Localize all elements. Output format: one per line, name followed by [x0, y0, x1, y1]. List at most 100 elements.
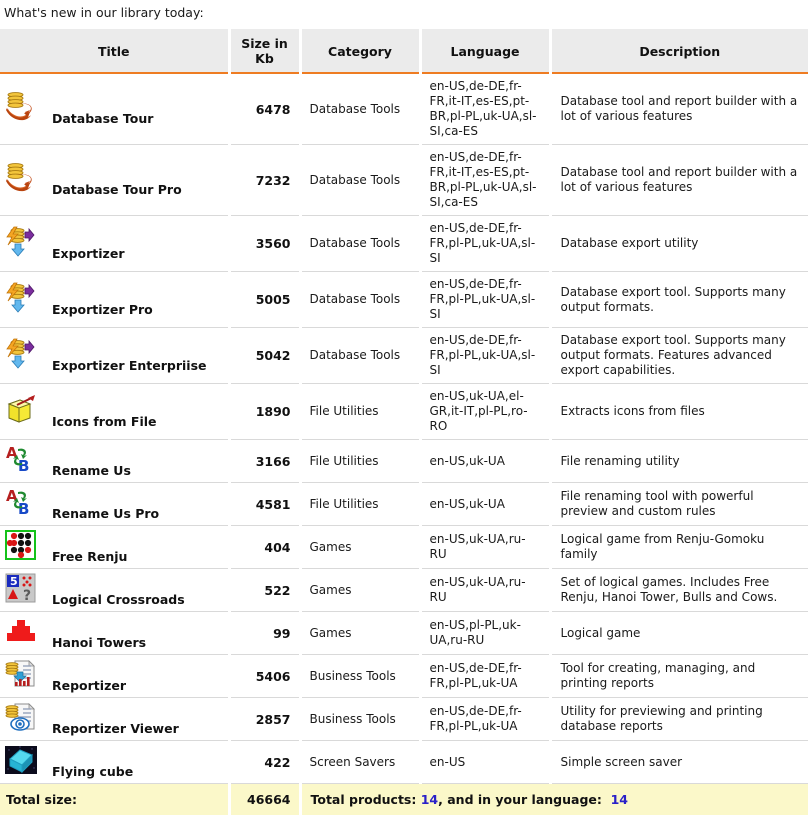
product-name[interactable]: Reportizer Viewer: [52, 721, 179, 736]
table-footer-row: Total size: 46664 Total products: 14, an…: [0, 784, 808, 815]
free-renju-icon: [4, 529, 38, 561]
page-intro: What's new in our library today:: [0, 0, 808, 29]
table-row[interactable]: Reportizer 5406 Business Tools en-US,de-…: [0, 655, 808, 698]
table-row[interactable]: Reportizer Viewer 2857 Business Tools en…: [0, 698, 808, 741]
product-description: Logical game from Renju-Gomoku family: [550, 526, 808, 569]
svg-text:?: ?: [23, 588, 31, 604]
product-description: Simple screen saver: [550, 741, 808, 784]
product-category: File Utilities: [300, 483, 420, 526]
product-category: Business Tools: [300, 655, 420, 698]
table-row[interactable]: Database Tour 6478 Database Tools en-US,…: [0, 73, 808, 145]
product-size: 404: [229, 526, 300, 569]
new-products-table: Title Size in Kb Category Language Descr…: [0, 29, 808, 815]
product-title-cell: Free Renju: [0, 526, 229, 569]
exportizer-enterprise-icon: [4, 338, 38, 370]
product-description: Logical game: [550, 612, 808, 655]
product-size: 3166: [229, 440, 300, 483]
product-description: Utility for previewing and printing data…: [550, 698, 808, 741]
product-language: en-US,uk-UA: [420, 483, 550, 526]
product-category: Games: [300, 612, 420, 655]
table-row[interactable]: Exportizer 3560 Database Tools en-US,de-…: [0, 216, 808, 272]
product-description: Set of logical games. Includes Free Renj…: [550, 569, 808, 612]
product-language: en-US,uk-UA,ru-RU: [420, 526, 550, 569]
rename-us-pro-icon: A B: [4, 486, 38, 518]
exportizer-pro-icon: [4, 282, 38, 314]
product-name[interactable]: Database Tour: [52, 111, 153, 126]
reportizer-icon: [4, 658, 38, 690]
in-your-language-value: 14: [611, 792, 628, 807]
reportizer-viewer-icon: [4, 701, 38, 733]
product-name[interactable]: Rename Us Pro: [52, 506, 159, 521]
product-title-cell: Exportizer Enterpriise: [0, 328, 229, 384]
table-row[interactable]: A B Rename Us 3166 File Utilities en-US,…: [0, 440, 808, 483]
product-title-cell: Hanoi Towers: [0, 612, 229, 655]
product-name[interactable]: Exportizer: [52, 246, 124, 261]
product-name[interactable]: Flying cube: [52, 764, 133, 779]
product-description: Database tool and report builder with a …: [550, 145, 808, 216]
product-category: Games: [300, 526, 420, 569]
table-row[interactable]: Exportizer Enterpriise 5042 Database Too…: [0, 328, 808, 384]
table-row[interactable]: Database Tour Pro 7232 Database Tools en…: [0, 145, 808, 216]
product-description: Database export tool. Supports many outp…: [550, 328, 808, 384]
svg-text:B: B: [18, 500, 29, 518]
product-size: 1890: [229, 384, 300, 440]
table-row[interactable]: A B Rename Us Pro 4581 File Utilities en…: [0, 483, 808, 526]
product-name[interactable]: Exportizer Pro: [52, 302, 153, 317]
product-description: Extracts icons from files: [550, 384, 808, 440]
table-row[interactable]: 5 ? Logical Crossroads 522 Games en-US,u…: [0, 569, 808, 612]
table-body: Database Tour 6478 Database Tools en-US,…: [0, 73, 808, 784]
product-description: Database export utility: [550, 216, 808, 272]
product-size: 5005: [229, 272, 300, 328]
product-category: File Utilities: [300, 384, 420, 440]
column-header-title[interactable]: Title: [0, 29, 229, 73]
product-category: File Utilities: [300, 440, 420, 483]
product-size: 4581: [229, 483, 300, 526]
table-row[interactable]: Free Renju 404 Games en-US,uk-UA,ru-RU L…: [0, 526, 808, 569]
product-name[interactable]: Rename Us: [52, 463, 131, 478]
table-row[interactable]: Hanoi Towers 99 Games en-US,pl-PL,uk-UA,…: [0, 612, 808, 655]
table-row[interactable]: Icons from File 1890 File Utilities en-U…: [0, 384, 808, 440]
database-tour-pro-icon: [4, 162, 38, 194]
column-header-size[interactable]: Size in Kb: [229, 29, 300, 73]
product-description: Database tool and report builder with a …: [550, 73, 808, 145]
product-title-cell: Icons from File: [0, 384, 229, 440]
column-header-language[interactable]: Language: [420, 29, 550, 73]
product-title-cell: A B Rename Us Pro: [0, 483, 229, 526]
product-name[interactable]: Database Tour Pro: [52, 182, 182, 197]
product-name[interactable]: Hanoi Towers: [52, 635, 146, 650]
product-name[interactable]: Reportizer: [52, 678, 126, 693]
product-category: Screen Savers: [300, 741, 420, 784]
product-language: en-US,de-DE,fr-FR,pl-PL,uk-UA,sl-SI: [420, 216, 550, 272]
exportizer-icon: [4, 226, 38, 258]
product-language: en-US,uk-UA: [420, 440, 550, 483]
product-title-cell: Database Tour: [0, 73, 229, 145]
product-language: en-US,uk-UA,ru-RU: [420, 569, 550, 612]
spacer: [602, 792, 611, 807]
product-language: en-US: [420, 741, 550, 784]
product-language: en-US,de-DE,fr-FR,pl-PL,uk-UA: [420, 655, 550, 698]
product-size: 3560: [229, 216, 300, 272]
product-title-cell: Flying cube: [0, 741, 229, 784]
logical-crossroads-icon: 5 ?: [4, 572, 38, 604]
table-row[interactable]: Flying cube 422 Screen Savers en-US Simp…: [0, 741, 808, 784]
product-name[interactable]: Icons from File: [52, 414, 157, 429]
product-language: en-US,de-DE,fr-FR,pl-PL,uk-UA,sl-SI: [420, 272, 550, 328]
product-title-cell: Database Tour Pro: [0, 145, 229, 216]
product-title-cell: Exportizer: [0, 216, 229, 272]
column-header-category[interactable]: Category: [300, 29, 420, 73]
column-header-description[interactable]: Description: [550, 29, 808, 73]
product-language: en-US,uk-UA,el-GR,it-IT,pl-PL,ro-RO: [420, 384, 550, 440]
product-size: 99: [229, 612, 300, 655]
product-category: Database Tools: [300, 73, 420, 145]
product-size: 422: [229, 741, 300, 784]
total-size-label: Total size:: [0, 784, 229, 815]
product-name[interactable]: Exportizer Enterpriise: [52, 358, 207, 373]
product-category: Business Tools: [300, 698, 420, 741]
product-name[interactable]: Free Renju: [52, 549, 127, 564]
table-row[interactable]: Exportizer Pro 5005 Database Tools en-US…: [0, 272, 808, 328]
product-size: 522: [229, 569, 300, 612]
table-header-row: Title Size in Kb Category Language Descr…: [0, 29, 808, 73]
product-size: 7232: [229, 145, 300, 216]
product-name[interactable]: Logical Crossroads: [52, 592, 185, 607]
database-tour-icon: [4, 91, 38, 123]
